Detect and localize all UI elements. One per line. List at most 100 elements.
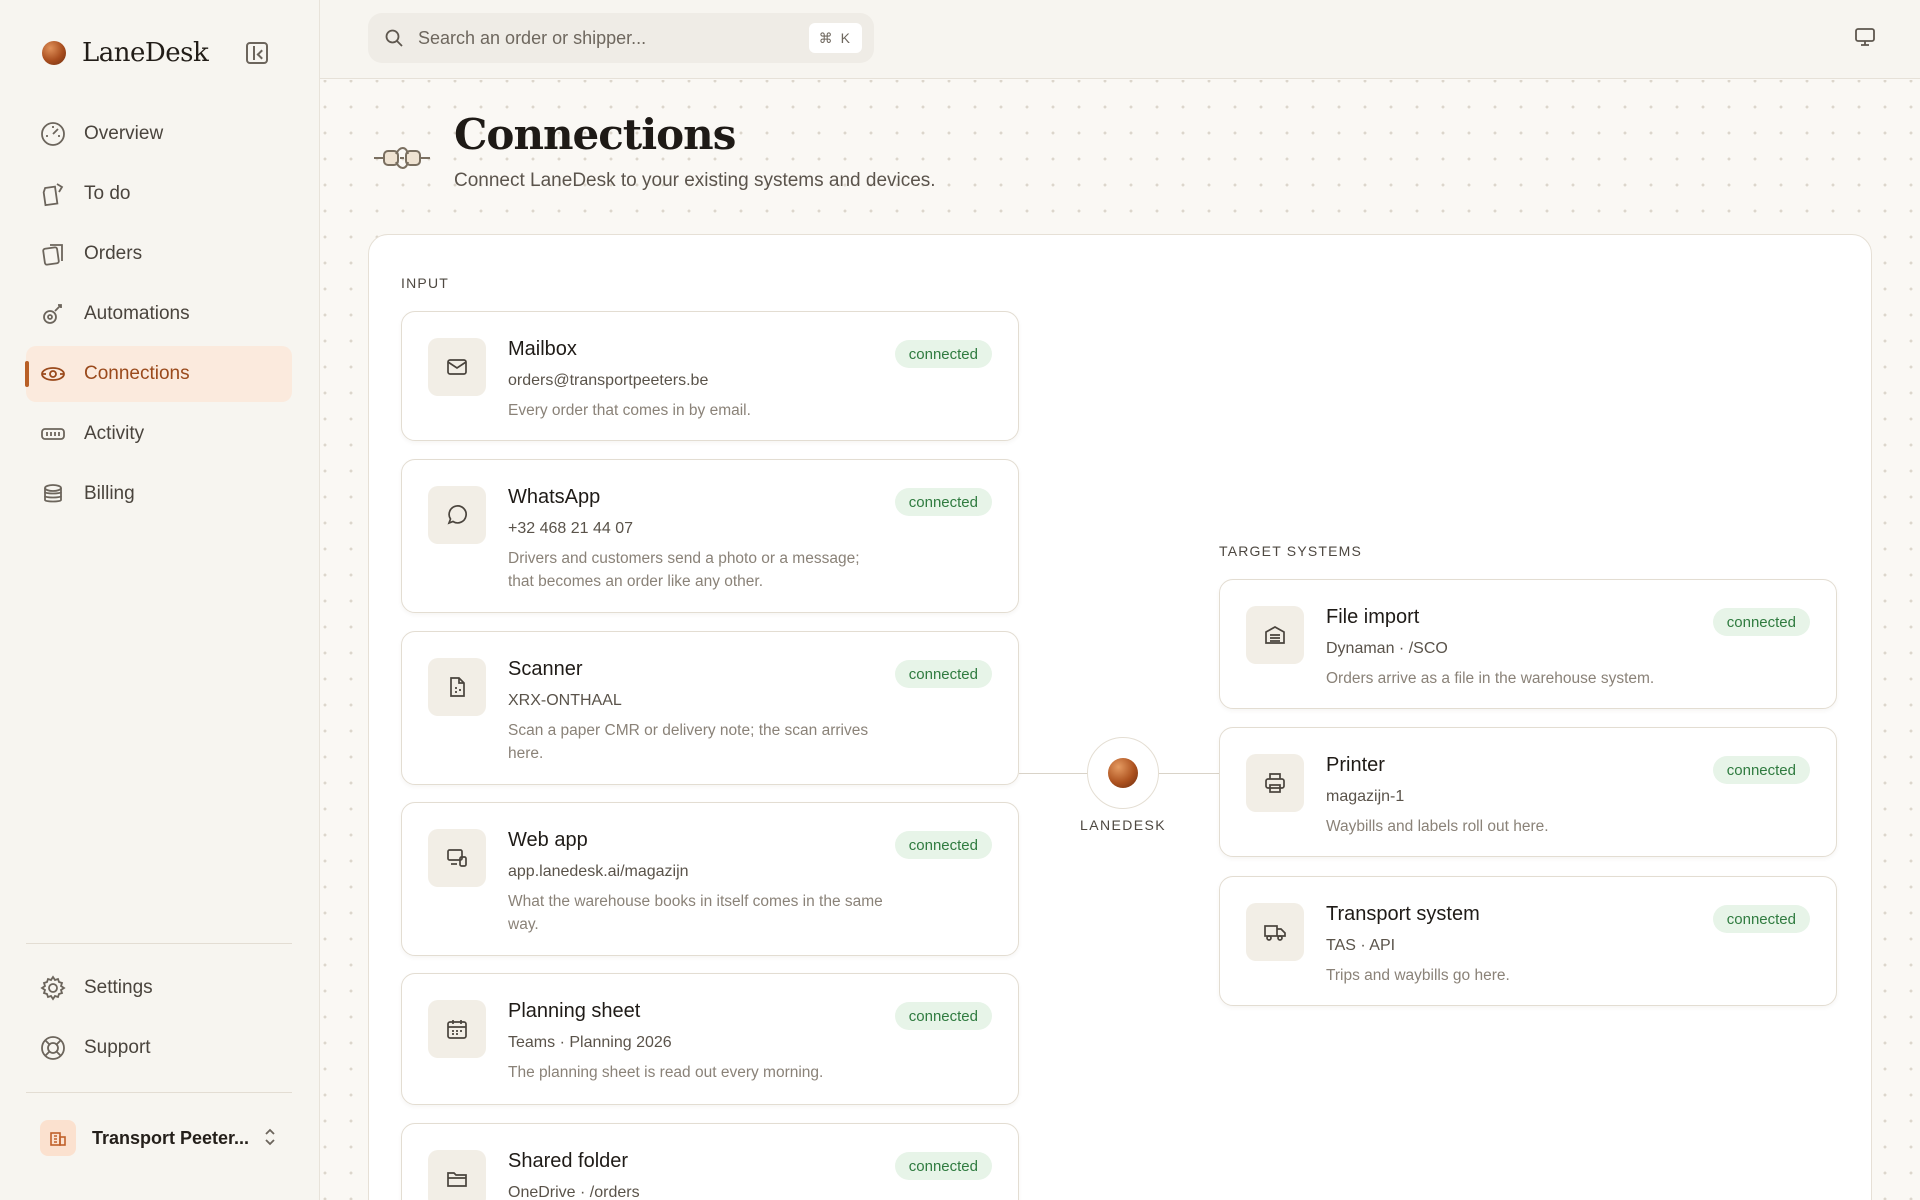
- chevron-updown-icon: [262, 1126, 278, 1153]
- brand-name: LaneDesk: [82, 38, 209, 68]
- card-title: Printer: [1326, 754, 1385, 776]
- clipboard-icon: [40, 181, 66, 207]
- status-badge: connected: [894, 660, 992, 688]
- hub-label: LANEDESK: [1080, 817, 1166, 833]
- nav-label: Automations: [84, 303, 190, 324]
- connections-canvas: INPUT Mailbox orders@transportpeeters.be…: [368, 234, 1872, 1200]
- automation-icon: [40, 301, 66, 327]
- nav-item-billing[interactable]: Billing: [26, 466, 292, 522]
- card-subtitle: magazijn-1: [1326, 788, 1405, 805]
- nav-label: Support: [84, 1037, 151, 1058]
- sidebar-collapse-icon[interactable]: [246, 42, 268, 64]
- connection-card-mailbox[interactable]: Mailbox orders@transportpeeters.be Every…: [401, 311, 1019, 441]
- folder-icon: [428, 1150, 486, 1200]
- card-description: The planning sheet is read out every mor…: [508, 1064, 824, 1081]
- status-badge: connected: [1712, 756, 1810, 784]
- search-shortcut: ⌘ K: [808, 23, 862, 53]
- scan-icon: [428, 658, 486, 716]
- printer-icon: [1246, 754, 1304, 812]
- target-card-transport-system[interactable]: Transport system TAS · API Trips and way…: [1219, 876, 1837, 1006]
- sidebar-divider: [26, 943, 292, 944]
- card-subtitle: Teams · Planning 2026: [508, 1034, 672, 1051]
- nav-item-support[interactable]: Support: [26, 1020, 292, 1076]
- connection-card-shared-folder[interactable]: Shared folder OneDrive · /orders connect…: [401, 1123, 1019, 1200]
- status-badge: connected: [894, 831, 992, 859]
- nav-item-overview[interactable]: Overview: [26, 106, 292, 162]
- target-card-file-import[interactable]: File import Dynaman · /SCO Orders arrive…: [1219, 579, 1837, 709]
- workspace-switcher[interactable]: Transport Peeter...: [26, 1110, 292, 1166]
- status-badge: connected: [894, 488, 992, 516]
- card-description: Waybills and labels roll out here.: [1326, 818, 1549, 835]
- nav-item-todo[interactable]: To do: [26, 166, 292, 222]
- topbar: Search an order or shipper... ⌘ K: [320, 0, 1920, 79]
- card-subtitle: OneDrive · /orders: [508, 1184, 640, 1200]
- card-subtitle: Dynaman · /SCO: [1326, 640, 1448, 657]
- nav-item-connections[interactable]: Connections: [25, 346, 292, 402]
- connections-icon: [40, 361, 66, 387]
- connection-card-planning-sheet[interactable]: Planning sheet Teams · Planning 2026 The…: [401, 973, 1019, 1105]
- brand-logo-icon: [42, 41, 66, 65]
- coins-icon: [40, 481, 66, 507]
- nav-item-settings[interactable]: Settings: [26, 960, 292, 1016]
- orders-icon: [40, 241, 66, 267]
- card-description: Trips and waybills go here.: [1326, 967, 1510, 984]
- search-icon: [385, 29, 403, 47]
- gauge-icon: [40, 121, 66, 147]
- brand[interactable]: LaneDesk: [42, 38, 209, 68]
- status-badge: connected: [1712, 905, 1810, 933]
- nav-label: Overview: [84, 123, 164, 144]
- warehouse-icon: [1246, 606, 1304, 664]
- nav-item-automations[interactable]: Automations: [26, 286, 292, 342]
- workspace-name: Transport Peeter...: [92, 1127, 250, 1148]
- card-subtitle: app.lanedesk.ai/magazijn: [508, 863, 689, 880]
- main-content: Connections Connect LaneDesk to your exi…: [320, 80, 1920, 1200]
- input-section-label: INPUT: [401, 275, 449, 291]
- targets-section-label: TARGET SYSTEMS: [1219, 543, 1363, 559]
- card-description: What the warehouse books in itself comes…: [508, 893, 883, 933]
- card-title: Web app: [508, 829, 588, 851]
- nav-item-activity[interactable]: Activity: [26, 406, 292, 462]
- activity-icon: [40, 421, 66, 447]
- sidebar-divider: [26, 1092, 292, 1093]
- nav-label: Billing: [84, 483, 135, 504]
- target-card-printer[interactable]: Printer magazijn-1 Waybills and labels r…: [1219, 727, 1837, 857]
- card-description: Drivers and customers send a photo or a …: [508, 550, 860, 590]
- status-badge: connected: [894, 1152, 992, 1180]
- lanedesk-hub: [1087, 737, 1159, 809]
- nav-label: Activity: [84, 423, 145, 444]
- monitor-icon[interactable]: [1854, 26, 1876, 53]
- nav-item-orders[interactable]: Orders: [26, 226, 292, 282]
- card-description: Every order that comes in by email.: [508, 402, 751, 419]
- page-subtitle: Connect LaneDesk to your existing system…: [454, 170, 936, 191]
- chat-icon: [428, 486, 486, 544]
- building-icon: [40, 1120, 76, 1156]
- search-placeholder: Search an order or shipper...: [418, 27, 647, 48]
- connection-card-webapp[interactable]: Web app app.lanedesk.ai/magazijn What th…: [401, 802, 1019, 956]
- card-description: Scan a paper CMR or delivery note; the s…: [508, 722, 869, 762]
- page-title: Connections: [454, 110, 736, 159]
- lanedesk-logo-icon: [1108, 758, 1138, 788]
- card-title: File import: [1326, 606, 1420, 628]
- truck-icon: [1246, 903, 1304, 961]
- connection-card-scanner[interactable]: Scanner XRX-ONTHAAL Scan a paper CMR or …: [401, 631, 1019, 785]
- card-subtitle: orders@transportpeeters.be: [508, 372, 709, 389]
- card-subtitle: +32 468 21 44 07: [508, 520, 634, 537]
- card-title: Mailbox: [508, 338, 577, 360]
- status-badge: connected: [894, 1002, 992, 1030]
- sidebar: LaneDesk Overview To do Orders Automatio…: [0, 0, 320, 1200]
- calendar-icon: [428, 1000, 486, 1058]
- connection-card-whatsapp[interactable]: WhatsApp +32 468 21 44 07 Drivers and cu…: [401, 459, 1019, 613]
- gear-icon: [40, 975, 66, 1001]
- main-nav: Overview To do Orders Automations Connec…: [25, 106, 292, 526]
- connections-emblem-icon: [370, 138, 434, 183]
- card-title: Shared folder: [508, 1150, 629, 1172]
- secondary-nav: Settings Support: [26, 960, 292, 1080]
- nav-label: Connections: [84, 363, 190, 384]
- card-title: Planning sheet: [508, 1000, 641, 1022]
- nav-label: Settings: [84, 977, 153, 998]
- mail-icon: [428, 338, 486, 396]
- search-input[interactable]: Search an order or shipper... ⌘ K: [368, 13, 874, 63]
- card-title: Transport system: [1326, 903, 1480, 925]
- card-title: Scanner: [508, 658, 583, 680]
- card-subtitle: XRX-ONTHAAL: [508, 692, 622, 709]
